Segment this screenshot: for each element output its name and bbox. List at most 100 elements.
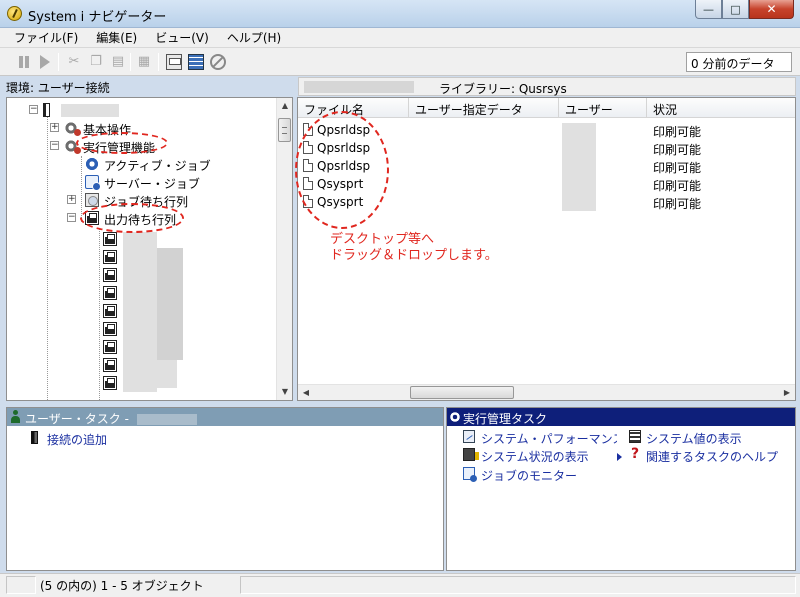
related-tasks-help-link[interactable]: 関連するタスクのヘルプ [646,448,778,465]
scroll-down-arrow-icon[interactable]: ▼ [277,384,292,400]
cut-icon[interactable]: ✂ [66,54,82,70]
user-tasks-title: ユーザー・タスク - [25,412,129,426]
toolbar: ✂ ❐ ▤ ▦ 0 分前のデータ [0,48,800,76]
redacted-user-names [562,123,596,211]
toolbar-separator [58,53,59,71]
scroll-thumb[interactable] [410,386,514,399]
column-header-user-data[interactable]: ユーザー指定データ [409,98,559,118]
tree-guide [47,112,48,400]
job-monitor-icon [463,467,477,482]
column-header-user[interactable]: ユーザー [559,98,647,118]
redacted-queue-names [157,360,177,388]
add-connection-link[interactable]: 接続の追加 [47,431,107,448]
output-queue-icon [103,232,117,246]
paste-icon[interactable]: ▤ [110,54,126,70]
scroll-right-arrow-icon[interactable]: ▶ [779,385,795,400]
title-bar: System i ナビゲーター — □ ✕ [0,0,800,28]
output-queue-icon [103,304,117,318]
library-label: ライブラリー: Qusrsys [439,82,567,96]
output-queue-icon [103,250,117,264]
tree-node-label: アクティブ・ジョブ [104,159,211,173]
window-controls: — □ ✕ [695,0,794,19]
output-queue-icon [103,268,117,282]
play-icon[interactable] [40,55,50,69]
server-icon [43,103,50,117]
annotation-text: デスクトップ等へ ドラッグ＆ドロップします。 [330,232,498,264]
file-status: 印刷可能 [653,125,702,139]
add-connection-icon [31,431,38,444]
mgmt-tasks-header: 実行管理タスク [447,408,795,426]
help-icon: ? [631,446,640,462]
redacted-queue-names [123,232,157,392]
expand-icon[interactable]: + [50,123,59,132]
window-title: System i ナビゲーター [28,10,167,25]
menu-edit[interactable]: 編集(E) [90,29,143,46]
annotation-circle-work-management [76,132,168,154]
tree-vertical-scrollbar[interactable]: ▲ ▼ [276,98,292,400]
toolbar-separator [130,53,131,71]
toolbar-separator [158,53,159,71]
library-header: ライブラリー: Qusrsys [298,77,796,96]
system-values-link[interactable]: システム値の表示 [646,430,742,447]
gear-icon [64,121,81,136]
output-queue-icon [103,376,117,390]
annotation-line: デスクトップ等へ [330,232,435,247]
mgmt-tasks-title: 実行管理タスク [463,412,548,426]
print-icon[interactable] [166,54,182,70]
annotation-circle-output-queues [80,203,184,233]
environment-label: 環境: ユーザー接続 [6,81,110,95]
system-status-icon [463,448,479,461]
output-queue-icon [103,358,117,372]
app-icon [7,6,22,21]
tree-guide [99,228,100,400]
scroll-thumb[interactable] [278,118,291,142]
status-cell [240,576,796,594]
job-queue-icon [85,193,99,207]
active-job-icon [85,157,99,171]
scroll-left-arrow-icon[interactable]: ◀ [298,385,314,400]
column-header-status[interactable]: 状況 [647,98,795,118]
output-queue-icon [103,286,117,300]
close-button[interactable]: ✕ [749,0,794,19]
menu-view[interactable]: ビュー(V) [149,29,215,46]
list-horizontal-scrollbar[interactable]: ◀ ▶ [298,384,795,400]
properties-icon[interactable]: ▦ [136,54,152,70]
object-count: (5 の内の) 1 - 5 オブジェクト [40,579,204,593]
server-job-icon [85,175,101,191]
minimize-button[interactable]: — [695,0,722,19]
scroll-up-arrow-icon[interactable]: ▲ [277,98,292,114]
collapse-icon[interactable]: − [67,213,76,222]
redacted-system-label [61,104,119,117]
work-management-icon [449,411,461,423]
data-age-field: 0 分前のデータ [686,52,792,72]
system-performance-link[interactable]: システム・パフォーマンス [481,430,617,447]
expand-icon[interactable]: + [67,195,76,204]
system-values-icon [629,430,641,443]
columns-icon[interactable] [188,54,204,70]
user-tasks-header: ユーザー・タスク - [7,408,443,426]
stop-icon[interactable] [210,54,226,70]
user-icon [10,410,21,424]
tree-guide [81,156,82,222]
redacted-queue-names [157,248,183,360]
copy-icon[interactable]: ❐ [88,54,104,70]
system-status-link[interactable]: システム状況の表示 [481,448,589,465]
collapse-icon[interactable]: − [29,105,38,114]
status-bar: (5 の内の) 1 - 5 オブジェクト [0,573,800,597]
output-queue-icon [103,322,117,336]
maximize-button[interactable]: □ [722,0,749,19]
redacted-system-name [304,81,414,93]
file-status: 印刷可能 [653,197,702,211]
user-tasks-pane: ユーザー・タスク - 接続の追加 [6,407,444,571]
job-monitor-link[interactable]: ジョブのモニター [481,467,577,484]
menu-file[interactable]: ファイル(F) [8,29,84,46]
work-management-tasks-pane: 実行管理タスク システム・パフォーマンス システム値の表示 システム状況の表示 … [446,407,796,571]
output-queue-icon [103,340,117,354]
collapse-icon[interactable]: − [50,141,59,150]
redacted-user-name [136,414,197,425]
triangle-right-icon [617,453,622,461]
performance-icon [463,430,475,443]
pause-icon[interactable] [16,54,32,70]
menu-help[interactable]: ヘルプ(H) [221,29,287,46]
file-status: 印刷可能 [653,143,702,157]
